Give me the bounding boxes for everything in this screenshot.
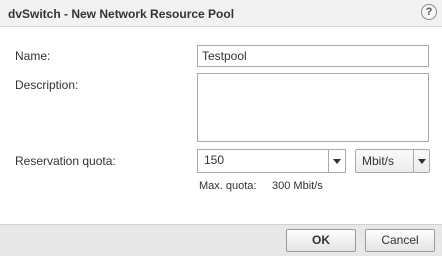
unit-select-value: Mbit/s <box>362 154 395 168</box>
reservation-quota-label: Reservation quota: <box>15 154 116 168</box>
dialog-body: Name: Testpool Description: Reservation … <box>0 27 442 224</box>
unit-separator <box>413 150 414 172</box>
dialog-title: dvSwitch - New Network Resource Pool <box>8 7 235 21</box>
name-label: Name: <box>15 49 51 63</box>
description-textarea[interactable] <box>197 73 429 142</box>
reservation-quota-combobox[interactable]: 150 <box>197 149 346 173</box>
name-input[interactable]: Testpool <box>197 45 429 67</box>
chevron-down-icon[interactable] <box>333 159 341 164</box>
description-label: Description: <box>15 78 79 92</box>
max-quota-value: 300 Mbit/s <box>272 180 323 192</box>
reservation-quota-value: 150 <box>204 153 225 167</box>
cancel-button[interactable]: Cancel <box>365 229 435 252</box>
dialog-footer: OK Cancel <box>0 224 442 256</box>
dialog-titlebar: dvSwitch - New Network Resource Pool ? <box>0 0 442 27</box>
combo-separator <box>328 150 329 172</box>
ok-button[interactable]: OK <box>286 229 356 252</box>
help-icon[interactable]: ? <box>421 4 437 20</box>
chevron-down-icon[interactable] <box>418 159 426 164</box>
max-quota-label: Max. quota: <box>199 180 257 192</box>
unit-select[interactable]: Mbit/s <box>355 149 430 173</box>
